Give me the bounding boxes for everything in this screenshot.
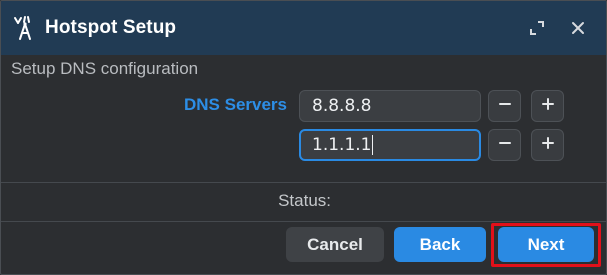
close-icon[interactable] [567,17,589,39]
dns-servers-label: DNS Servers [183,95,287,114]
divider [1,221,606,222]
remove-dns-button-1[interactable] [488,90,521,122]
maximize-icon[interactable] [526,17,548,39]
minus-icon [498,97,512,116]
remove-dns-button-2[interactable] [488,129,521,161]
dns-server-input-1[interactable]: 8.8.8.8 [299,90,481,122]
hotspot-setup-window: Hotspot Setup Setup DNS configuration DN… [0,0,607,275]
title-bar: Hotspot Setup [1,1,606,55]
cancel-button[interactable]: Cancel [286,227,384,262]
next-button[interactable]: Next [498,227,594,262]
wifi-tower-icon [13,15,37,41]
text-caret [372,135,374,155]
dns-server-input-2[interactable]: 1.1.1.1 [299,129,481,161]
window-title: Hotspot Setup [45,17,177,38]
status-label: Status: [278,191,331,210]
minus-icon [498,136,512,155]
add-dns-button-1[interactable] [531,90,564,122]
back-button[interactable]: Back [394,227,486,262]
plus-icon [541,136,555,155]
dns-server-value-2: 1.1.1.1 [312,135,372,155]
page-subtitle: Setup DNS configuration [11,59,199,78]
add-dns-button-2[interactable] [531,129,564,161]
dns-server-value-1: 8.8.8.8 [312,96,372,116]
plus-icon [541,97,555,116]
divider [1,182,606,183]
